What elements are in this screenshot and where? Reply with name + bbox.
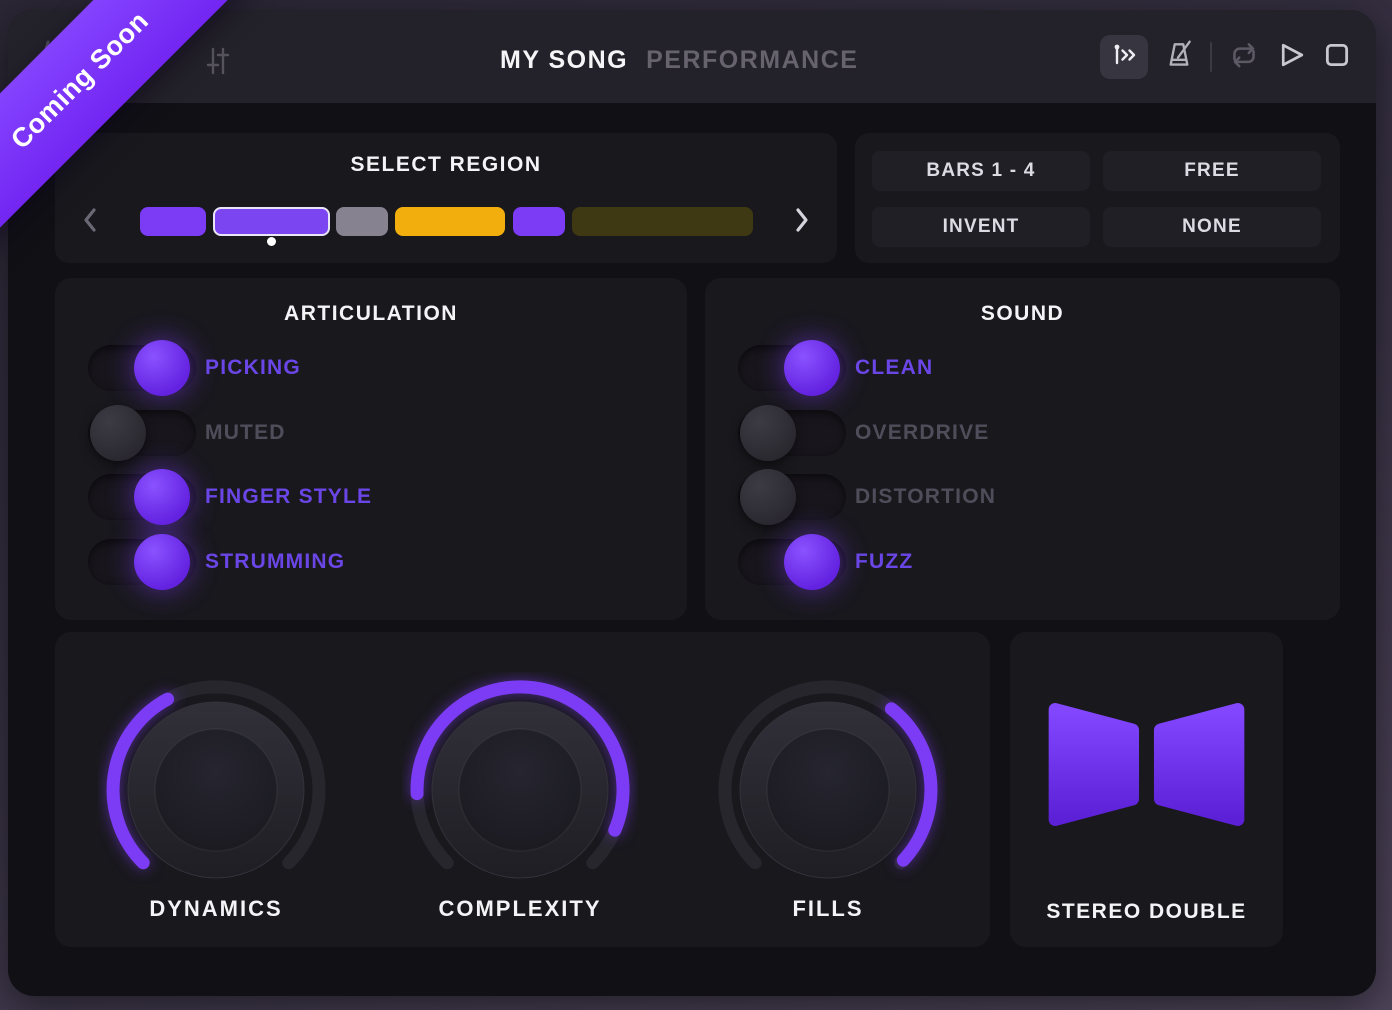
overdrive-toggle[interactable] xyxy=(738,410,846,456)
fills-knob[interactable] xyxy=(710,672,946,908)
toggle-row-overdrive: OVERDRIVE xyxy=(705,410,1340,456)
select-region-title: SELECT REGION xyxy=(55,153,837,177)
performance-knobs-panel: DYNAMICS COMPLEXITY FILLS xyxy=(55,632,990,947)
toggle-knob xyxy=(784,534,840,590)
song-title: MY SONG xyxy=(500,46,628,75)
loop-button[interactable] xyxy=(1227,40,1261,73)
toggle-label: FUZZ xyxy=(855,539,913,585)
follow-playhead-button[interactable] xyxy=(1100,35,1148,79)
fuzz-toggle[interactable] xyxy=(738,539,846,585)
region-block-selected[interactable] xyxy=(213,207,330,236)
toggle-knob xyxy=(90,405,146,461)
plugin-window: MY SONG PERFORMANCE xyxy=(8,10,1376,996)
toggle-label: CLEAN xyxy=(855,345,933,391)
clean-toggle[interactable] xyxy=(738,345,846,391)
play-icon xyxy=(1276,40,1307,73)
top-bar: MY SONG PERFORMANCE xyxy=(8,10,1376,103)
region-block[interactable] xyxy=(140,207,206,236)
toggle-label: MUTED xyxy=(205,410,286,456)
fills-label: FILLS xyxy=(710,896,946,922)
toggle-label: STRUMMING xyxy=(205,539,345,585)
dynamics-knob[interactable] xyxy=(98,672,334,908)
muted-toggle[interactable] xyxy=(88,410,196,456)
invent-button[interactable]: INVENT xyxy=(872,207,1090,247)
bars-range-button[interactable]: BARS 1 - 4 xyxy=(872,151,1090,191)
region-next-button[interactable] xyxy=(793,206,811,237)
complexity-label: COMPLEXITY xyxy=(402,896,638,922)
loop-icon xyxy=(1227,40,1261,73)
strumming-toggle[interactable] xyxy=(88,539,196,585)
stereo-double-icon xyxy=(1044,814,1249,831)
view-title: PERFORMANCE xyxy=(646,46,858,75)
articulation-panel: ARTICULATION PICKING MUTED FINGER STYLE … xyxy=(55,278,687,620)
toggle-row-distortion: DISTORTION xyxy=(705,474,1340,520)
sound-panel: SOUND CLEAN OVERDRIVE DISTORTION FUZZ xyxy=(705,278,1340,620)
sound-title: SOUND xyxy=(705,302,1340,326)
none-button[interactable]: NONE xyxy=(1103,207,1321,247)
toggle-label: OVERDRIVE xyxy=(855,410,990,456)
stereo-double-button[interactable] xyxy=(1044,702,1249,832)
picking-toggle[interactable] xyxy=(88,345,196,391)
mode-panel: BARS 1 - 4 FREE INVENT NONE xyxy=(855,133,1340,263)
toggle-row-clean: CLEAN xyxy=(705,345,1340,391)
toolbar-divider xyxy=(1210,42,1212,72)
mixer-sliders-icon xyxy=(204,46,232,81)
toggle-row-strumming: STRUMMING xyxy=(55,539,687,585)
metronome-icon xyxy=(1163,39,1195,74)
follow-playhead-icon xyxy=(1110,42,1138,71)
toggle-knob xyxy=(134,534,190,590)
stop-button[interactable] xyxy=(1322,40,1352,73)
toggle-knob xyxy=(784,340,840,396)
toggle-row-muted: MUTED xyxy=(55,410,687,456)
toggle-row-finger-style: FINGER STYLE xyxy=(55,474,687,520)
toggle-knob xyxy=(740,469,796,525)
toggle-knob xyxy=(134,469,190,525)
title-bar: MY SONG PERFORMANCE xyxy=(500,46,858,75)
metronome-button[interactable] xyxy=(1163,39,1195,74)
finger-style-toggle[interactable] xyxy=(88,474,196,520)
stereo-double-panel: STEREO DOUBLE xyxy=(1010,632,1283,947)
toggle-knob xyxy=(134,340,190,396)
complexity-knob[interactable] xyxy=(402,672,638,908)
toggle-label: PICKING xyxy=(205,345,301,391)
stop-icon xyxy=(1322,40,1352,73)
toggle-row-picking: PICKING xyxy=(55,345,687,391)
select-region-panel: SELECT REGION xyxy=(55,133,837,263)
toggle-row-fuzz: FUZZ xyxy=(705,539,1340,585)
region-block[interactable] xyxy=(513,207,565,236)
region-block[interactable] xyxy=(572,207,753,236)
region-selected-dot xyxy=(267,237,276,246)
region-block[interactable] xyxy=(395,207,505,236)
dynamics-label: DYNAMICS xyxy=(98,896,334,922)
stereo-double-label: STEREO DOUBLE xyxy=(1010,900,1283,924)
free-button[interactable]: FREE xyxy=(1103,151,1321,191)
toggle-label: FINGER STYLE xyxy=(205,474,372,520)
transport-controls xyxy=(1100,10,1352,103)
chevron-right-icon xyxy=(793,222,811,237)
region-strip xyxy=(55,207,837,236)
play-button[interactable] xyxy=(1276,40,1307,73)
distortion-toggle[interactable] xyxy=(738,474,846,520)
toggle-knob xyxy=(740,405,796,461)
toggle-label: DISTORTION xyxy=(855,474,996,520)
articulation-title: ARTICULATION xyxy=(55,302,687,326)
region-block[interactable] xyxy=(336,207,388,236)
